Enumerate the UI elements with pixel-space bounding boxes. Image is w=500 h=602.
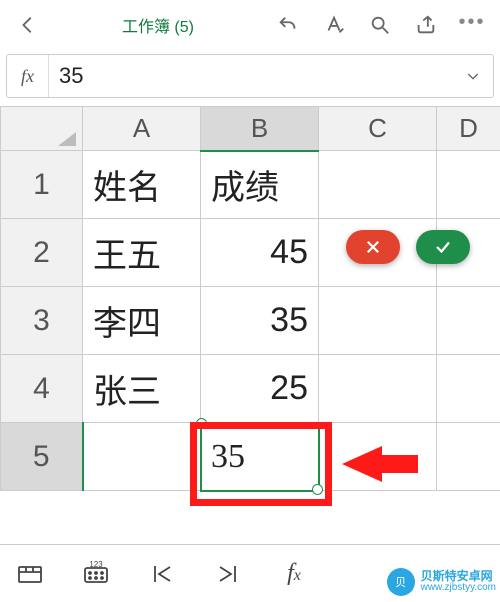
row-header[interactable]: 2: [1, 219, 83, 287]
app-top-bar: 工作簿 (5) •••: [0, 0, 500, 50]
cell-A1[interactable]: 姓名: [83, 151, 201, 219]
cell-B2[interactable]: 45: [201, 219, 319, 287]
cell-D3[interactable]: [437, 287, 500, 355]
fx-label: fx: [7, 55, 49, 97]
cell-B5-active[interactable]: 35: [201, 423, 319, 491]
search-button[interactable]: [360, 5, 400, 45]
table-row: 3 李四 35: [1, 287, 500, 355]
formula-dropdown[interactable]: [453, 68, 493, 84]
cell-A2[interactable]: 王五: [83, 219, 201, 287]
insert-function-button[interactable]: fx: [274, 554, 314, 594]
row-header[interactable]: 5: [1, 423, 83, 491]
row-header[interactable]: 1: [1, 151, 83, 219]
select-all-corner[interactable]: [1, 107, 83, 151]
table-row: 1 姓名 成绩: [1, 151, 500, 219]
sheet-tabs-button[interactable]: [10, 554, 50, 594]
confirm-edit-button[interactable]: [416, 230, 470, 264]
formula-input[interactable]: 35: [49, 63, 453, 89]
sheet-grid[interactable]: A B C D 1 姓名 成绩 2 王五 45 3 李四 35 4: [0, 106, 500, 491]
annotation-arrow-icon: [342, 446, 382, 482]
back-button[interactable]: [8, 5, 48, 45]
col-header-B[interactable]: B: [201, 107, 319, 151]
cell-A3[interactable]: 李四: [83, 287, 201, 355]
cell-B4[interactable]: 25: [201, 355, 319, 423]
col-header-D[interactable]: D: [437, 107, 500, 151]
share-button[interactable]: [406, 5, 446, 45]
cell-C3[interactable]: [319, 287, 437, 355]
cell-B1[interactable]: 成绩: [201, 151, 319, 219]
go-first-button[interactable]: [142, 554, 182, 594]
cancel-edit-button[interactable]: [346, 230, 400, 264]
cell-D5[interactable]: [437, 423, 500, 491]
row-header[interactable]: 3: [1, 287, 83, 355]
watermark: 贝 贝斯特安卓网 www.zjbstyy.com: [387, 568, 496, 596]
cell-B3[interactable]: 35: [201, 287, 319, 355]
col-header-A[interactable]: A: [83, 107, 201, 151]
row-header[interactable]: 4: [1, 355, 83, 423]
watermark-url: www.zjbstyy.com: [421, 583, 496, 594]
col-header-C[interactable]: C: [319, 107, 437, 151]
cell-A4[interactable]: 张三: [83, 355, 201, 423]
close-icon: [364, 238, 382, 256]
document-title: 工作簿 (5): [122, 19, 194, 36]
table-row: 5 35: [1, 423, 500, 491]
cell-D4[interactable]: [437, 355, 500, 423]
table-row: 4 张三 25: [1, 355, 500, 423]
format-button[interactable]: [314, 5, 354, 45]
formula-bar[interactable]: fx 35: [6, 54, 494, 98]
go-last-button[interactable]: [208, 554, 248, 594]
bottom-toolbar: 123 fx 贝 贝斯特安卓网 www.zjbstyy.com: [0, 544, 500, 602]
more-icon: •••: [458, 12, 485, 38]
spreadsheet: A B C D 1 姓名 成绩 2 王五 45 3 李四 35 4: [0, 106, 500, 491]
more-button[interactable]: •••: [452, 5, 492, 45]
svg-text:123: 123: [89, 560, 103, 569]
fx-icon: fx: [287, 560, 301, 587]
numeric-keyboard-button[interactable]: 123: [76, 554, 116, 594]
watermark-badge-icon: 贝: [387, 568, 415, 596]
undo-button[interactable]: [268, 5, 308, 45]
cell-C4[interactable]: [319, 355, 437, 423]
check-icon: [434, 238, 452, 256]
document-title-wrap: 工作簿 (5): [54, 13, 262, 37]
cell-C1[interactable]: [319, 151, 437, 219]
cell-A5[interactable]: [83, 423, 201, 491]
cell-D1[interactable]: [437, 151, 500, 219]
